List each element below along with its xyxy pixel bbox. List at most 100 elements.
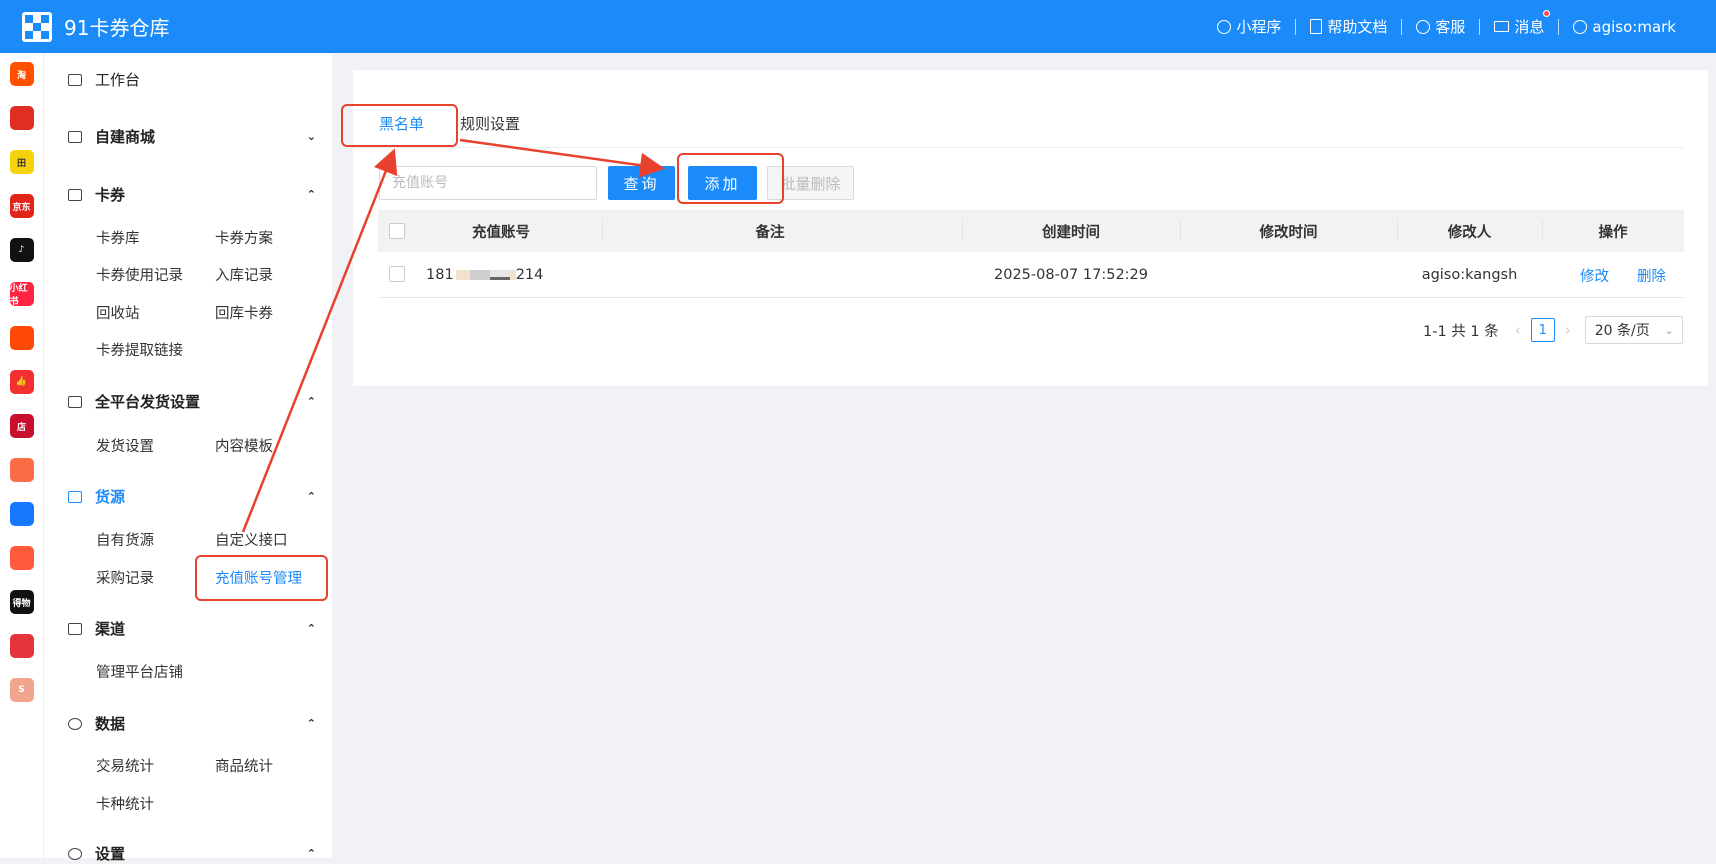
sidebar-item-returned-coupons[interactable]: 回库卡券 xyxy=(215,302,273,323)
sidebar-item-coupon-library[interactable]: 卡券库 xyxy=(96,227,140,248)
grid-icon xyxy=(68,395,82,408)
kuaishou-icon[interactable] xyxy=(9,326,34,350)
chain-icon[interactable] xyxy=(9,502,34,526)
annotation-highlight-add xyxy=(677,153,784,204)
chevron-down-icon: ⌄ xyxy=(1664,323,1674,337)
sidebar-item-product-stats[interactable]: 商品统计 xyxy=(215,755,273,776)
annotation-highlight-recharge-accounts xyxy=(195,555,328,601)
account-visible-prefix: 181 xyxy=(426,267,454,283)
top-nav: 小程序 帮助文档 客服 消息 agiso:mark xyxy=(1203,10,1690,37)
recharge-account-search-input[interactable] xyxy=(379,166,597,200)
pinduoduo-icon[interactable] xyxy=(9,106,34,130)
edit-link[interactable]: 修改 xyxy=(1580,252,1609,298)
redacted-block xyxy=(455,270,470,280)
sidebar-section-data[interactable]: 数据 ⌃ xyxy=(68,713,316,734)
sidebar-item-workbench[interactable]: 工作台 xyxy=(68,69,316,90)
taobao-icon[interactable]: 淘 xyxy=(9,62,34,86)
sidebar-item-custom-api[interactable]: 自定义接口 xyxy=(215,529,288,550)
sidebar-item-extract-link[interactable]: 卡券提取链接 xyxy=(96,339,183,360)
face-icon[interactable] xyxy=(9,546,34,570)
tianmao-icon[interactable]: 田 xyxy=(9,150,34,174)
youzan-icon[interactable] xyxy=(9,634,34,658)
cart-icon xyxy=(68,490,82,503)
section-title: 数据 xyxy=(95,715,126,733)
sidebar-section-settings[interactable]: 设置 ⌃ xyxy=(68,843,316,864)
top-bar: 91卡券仓库 小程序 帮助文档 客服 消息 agiso:mark xyxy=(0,0,1716,53)
platform-rail: 淘田京东 ♪ 小红书 👍 店得物 S xyxy=(0,53,44,858)
page-size-select[interactable]: 20 条/页 ⌄ xyxy=(1584,316,1683,344)
bag-icon xyxy=(68,622,82,635)
column-header-modified: 修改时间 xyxy=(1259,224,1318,241)
pagination-summary: 1-1 共 1 条 xyxy=(1423,323,1499,340)
cell-account: 181 214 xyxy=(426,252,543,298)
redacted-block xyxy=(469,270,490,280)
tab-rule-settings[interactable]: 规则设置 xyxy=(460,113,520,134)
page-number-current[interactable]: 1 xyxy=(1530,318,1555,342)
select-all-checkbox[interactable] xyxy=(389,223,405,239)
sidebar-section-supply[interactable]: 货源 ⌃ xyxy=(68,486,316,507)
table-header: 充值账号 备注 创建时间 修改时间 修改人 操作 xyxy=(378,210,1684,252)
user-icon xyxy=(1573,19,1588,34)
delete-link[interactable]: 删除 xyxy=(1637,252,1666,298)
pie-chart-icon xyxy=(68,717,82,730)
section-title: 货源 xyxy=(95,488,126,506)
row-checkbox[interactable] xyxy=(389,266,405,282)
document-icon xyxy=(1310,19,1323,34)
chevron-left-icon[interactable]: ‹ xyxy=(1515,321,1521,339)
xiaohongshu-icon[interactable]: 小红书 xyxy=(9,282,34,307)
thumb-icon[interactable]: 👍 xyxy=(9,370,34,394)
sidebar-section-mall[interactable]: 自建商城 ⌄ xyxy=(68,126,316,147)
app-logo-icon[interactable] xyxy=(22,11,52,42)
nav-messages[interactable]: 消息 xyxy=(1480,10,1558,37)
sidebar: 工作台 自建商城 ⌄ 卡券 ⌃ 卡券库 卡券方案 卡券使用记录 入库记录 回收站 回… xyxy=(44,53,332,863)
store-icon[interactable]: 店 xyxy=(9,414,34,438)
bag-icon[interactable] xyxy=(9,458,34,482)
jd-icon[interactable]: 京东 xyxy=(9,194,34,218)
nav-label: 小程序 xyxy=(1236,18,1282,36)
nav-label: agiso:mark xyxy=(1592,17,1676,36)
link-icon xyxy=(1217,19,1232,34)
column-header-modifier: 修改人 xyxy=(1447,224,1492,241)
chevron-down-icon: ⌄ xyxy=(306,130,316,143)
sidebar-item-stock-in-records[interactable]: 入库记录 xyxy=(215,264,273,285)
tab-bar: 黑名单 规则设置 xyxy=(353,70,1683,148)
nav-label: 消息 xyxy=(1514,18,1545,36)
sidebar-item-delivery-settings[interactable]: 发货设置 xyxy=(96,435,154,456)
main-panel: 黑名单 规则设置 查询 添加 批量删除 充值账号 备注 创建时间 修改时间 修改… xyxy=(353,70,1708,386)
sidebar-section-coupons[interactable]: 卡券 ⌃ xyxy=(68,184,316,205)
cell-created: 2025-08-07 17:52:29 xyxy=(994,267,1148,283)
mail-icon xyxy=(1494,21,1510,32)
sidebar-item-usage-records[interactable]: 卡券使用记录 xyxy=(96,264,183,285)
chevron-right-icon[interactable]: › xyxy=(1565,321,1571,339)
sidebar-item-manage-stores[interactable]: 管理平台店铺 xyxy=(96,661,183,682)
redacted-block xyxy=(489,270,510,280)
sidebar-item-label: 工作台 xyxy=(95,71,141,89)
section-title: 渠道 xyxy=(95,620,126,638)
sidebar-item-purchase-records[interactable]: 采购记录 xyxy=(96,567,154,588)
douyin-icon[interactable]: ♪ xyxy=(9,238,34,262)
storefront-icon xyxy=(68,130,82,143)
nav-label: 客服 xyxy=(1435,18,1466,36)
sidebar-item-card-type-stats[interactable]: 卡种统计 xyxy=(96,793,154,814)
nav-customer-service[interactable]: 客服 xyxy=(1402,16,1479,37)
query-button[interactable]: 查询 xyxy=(608,166,675,200)
sidebar-item-coupon-plan[interactable]: 卡券方案 xyxy=(215,227,273,248)
dewu-icon[interactable]: 得物 xyxy=(9,590,34,614)
nav-mini-program[interactable]: 小程序 xyxy=(1203,16,1295,37)
nav-user-account[interactable]: agiso:mark xyxy=(1559,18,1690,36)
chevron-up-icon: ⌃ xyxy=(306,188,316,201)
sidebar-item-recycle-bin[interactable]: 回收站 xyxy=(96,302,140,323)
shop-icon[interactable]: S xyxy=(9,678,34,702)
monitor-icon xyxy=(68,73,82,86)
column-header-created: 创建时间 xyxy=(1042,224,1100,241)
app-title[interactable]: 91卡券仓库 xyxy=(64,12,169,41)
chevron-up-icon: ⌃ xyxy=(306,847,316,860)
sidebar-item-own-supply[interactable]: 自有货源 xyxy=(96,529,154,550)
nav-help-docs[interactable]: 帮助文档 xyxy=(1296,16,1401,37)
sidebar-section-channels[interactable]: 渠道 ⌃ xyxy=(68,618,316,639)
annotation-highlight-tab xyxy=(341,104,458,147)
sidebar-section-delivery[interactable]: 全平台发货设置 ⌃ xyxy=(68,391,316,412)
sidebar-item-trade-stats[interactable]: 交易统计 xyxy=(96,755,154,776)
page-size-value: 20 条/页 xyxy=(1594,323,1650,339)
sidebar-item-content-template[interactable]: 内容模板 xyxy=(215,435,273,456)
